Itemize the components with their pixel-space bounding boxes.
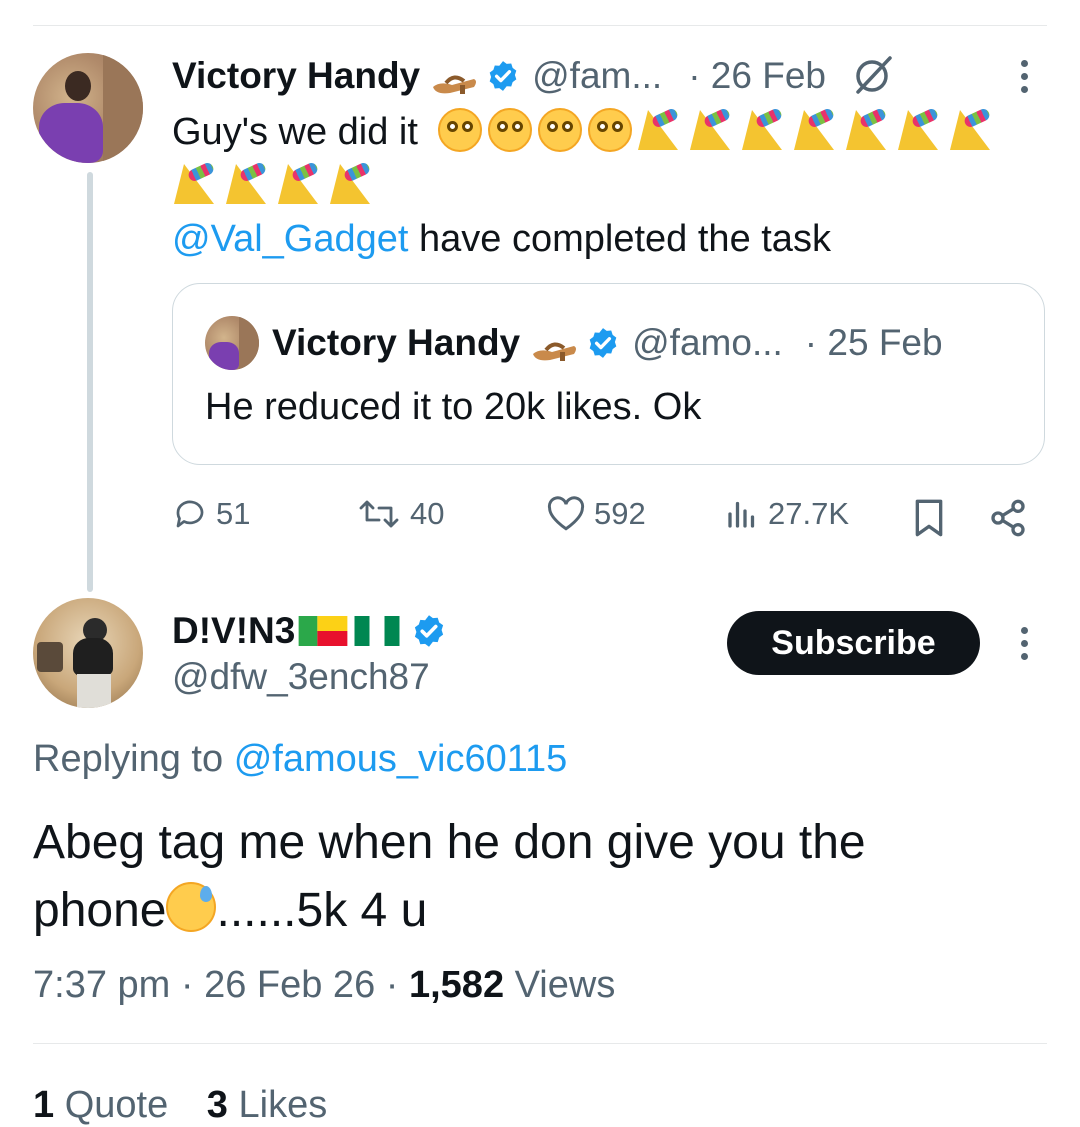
party-popper-emoji [950,110,991,150]
party-popper-emoji [898,110,939,150]
quotes-count: 1 [33,1084,55,1126]
mention-link[interactable]: @Val_Gadget [172,218,408,260]
flushed-face-emoji [538,108,583,152]
party-popper-emoji [174,164,214,204]
nigeria-flag-icon [354,616,400,646]
reply-author-handle[interactable]: @dfw_3ench87 [172,656,430,698]
avatar-victory-handy[interactable] [33,53,143,163]
party-popper-emoji [638,110,679,150]
quoted-date: · 25 Feb [804,322,943,363]
party-popper-emoji [690,110,731,150]
views-button[interactable]: 27.7K [724,496,849,532]
quoted-text: He reduced it to 20k likes. Ok [205,386,702,428]
repost-count: 40 [410,496,445,531]
top-divider [33,25,1047,26]
like-count: 592 [594,496,646,531]
verified-badge-icon [415,615,444,647]
author-name[interactable]: Victory Handy [172,55,420,97]
grok-icon[interactable] [850,54,894,98]
replying-to-handle[interactable]: @famous_vic60115 [234,738,568,780]
party-popper-emoji [794,110,835,150]
more-icon[interactable] [1021,627,1029,666]
subscribe-button[interactable]: Subscribe [727,611,980,675]
like-icon [547,496,585,531]
sweat-smile-emoji [166,882,217,932]
flushed-face-emoji [488,108,533,152]
verified-badge-icon [589,328,617,358]
like-button[interactable]: 592 [546,496,646,532]
quoted-author-handle: @famo... [632,322,783,363]
reply-text-line2-b: ......5k 4 u [216,884,428,937]
flushed-face-emoji [588,108,633,152]
reply-author-name[interactable]: D!V!N3 [172,610,295,652]
party-popper-emoji [226,164,266,204]
likes-stat[interactable]: 3 Likes [207,1084,327,1126]
views-label: Views [514,964,616,1006]
reply-count: 51 [216,496,251,531]
likes-label: Likes [238,1084,328,1126]
divider [33,1043,1047,1044]
replying-to-label: Replying to [33,738,224,780]
repost-button[interactable]: 40 [356,496,444,532]
author-handle[interactable]: @fam... [532,55,662,97]
more-icon[interactable] [1021,60,1029,99]
quoted-author-name: Victory Handy [272,322,521,363]
views-icon [728,501,755,528]
bookmark-icon[interactable] [912,498,946,538]
party-popper-emoji [278,164,318,204]
sandal-icon [433,75,477,94]
reply-text-line1: Abeg tag me when he don give you the [33,816,866,869]
repost-icon [359,500,399,528]
benin-flag-icon [298,616,348,646]
flushed-face-emoji [438,108,483,152]
thread-line [87,172,93,592]
reply-icon [176,500,204,528]
quotes-label: Quote [64,1084,169,1126]
tweet-text-line1: Guy's we did it [172,111,418,153]
tweet-timestamp[interactable]: 7:37 pm · 26 Feb 26 · [33,964,398,1006]
share-icon[interactable] [988,498,1028,538]
quoted-tweet[interactable] [172,283,1045,465]
quoted-avatar[interactable] [205,316,259,370]
party-popper-emoji [330,164,370,204]
emoji-row-2 [174,164,382,204]
quotes-stat[interactable]: 1 Quote [33,1084,179,1126]
likes-count: 3 [206,1084,228,1126]
party-popper-emoji [846,110,887,150]
reply-button[interactable]: 51 [172,496,250,532]
avatar-divine[interactable] [33,598,143,708]
party-popper-emoji [742,110,783,150]
views-count: 27.7K [768,496,850,531]
tweet-date[interactable]: · 26 Feb [688,55,826,97]
tweet-text-line3: have completed the task [419,218,831,260]
sandal-icon [533,342,577,361]
verified-badge-icon [489,61,517,91]
emoji-row [438,108,1002,153]
views-total: 1,582 [408,964,505,1006]
reply-text-line2-a: phone [33,884,167,937]
